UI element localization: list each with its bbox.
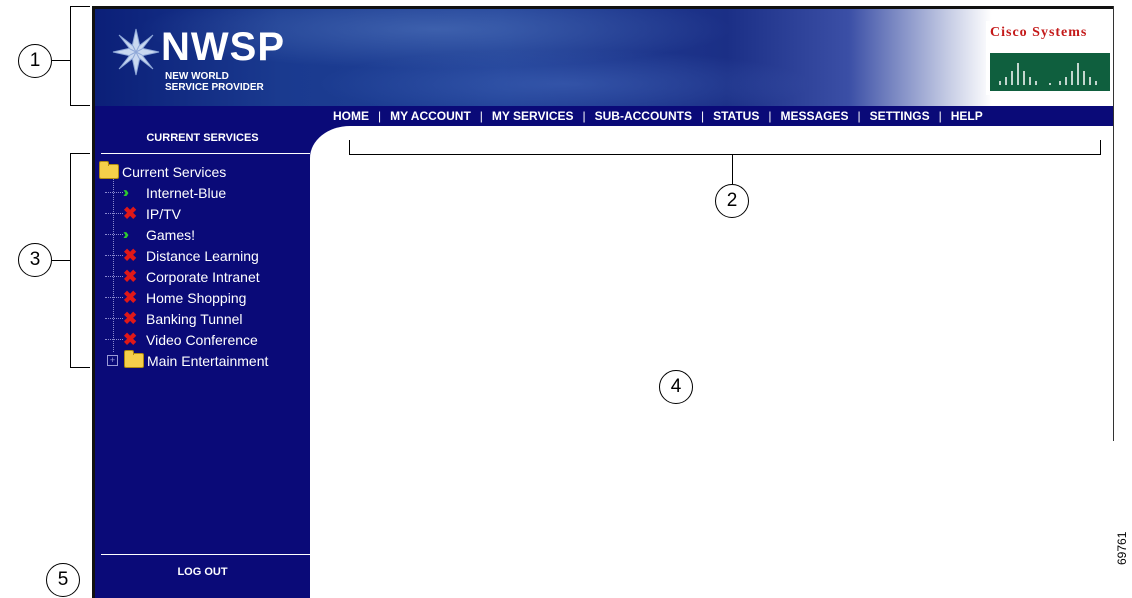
service-games[interactable]: ›› Games!: [99, 224, 309, 245]
callout-1: 1: [18, 44, 52, 78]
active-arrow-icon: ››: [123, 226, 129, 243]
inactive-x-icon: ✖: [123, 245, 138, 265]
folder-icon: [124, 350, 144, 368]
sidebar-divider: [101, 153, 310, 154]
nav-messages[interactable]: MESSAGES: [771, 109, 857, 123]
service-internet-blue[interactable]: ›› Internet-Blue: [99, 182, 309, 203]
cisco-logo: Cisco Systems: [986, 21, 1114, 95]
active-arrow-icon: ››: [123, 184, 129, 201]
tree-root-current-services[interactable]: Current Services: [99, 161, 309, 182]
callout-2-leader: [732, 154, 733, 184]
main-nav-bar: HOME | MY ACCOUNT | MY SERVICES | SUB-AC…: [310, 106, 1114, 126]
callout-2-bracket-right: [1100, 140, 1101, 155]
inactive-x-icon: ✖: [123, 203, 138, 223]
nav-home[interactable]: HOME: [324, 109, 378, 123]
nav-status[interactable]: STATUS: [704, 109, 768, 123]
callout-1-leader: [52, 60, 70, 61]
callout-3-leader: [52, 260, 70, 261]
cisco-bridge-icon: [990, 53, 1110, 91]
service-banking-tunnel[interactable]: ✖ Banking Tunnel: [99, 308, 309, 329]
callout-2-bracket: [349, 154, 1101, 155]
callout-2: 2: [715, 184, 749, 218]
callout-3: 3: [18, 243, 52, 277]
callout-3-bracket: [70, 153, 90, 368]
sidebar: CURRENT SERVICES Current Services ›› Int…: [95, 106, 310, 598]
inactive-x-icon: ✖: [123, 308, 138, 328]
sidebar-title: CURRENT SERVICES: [146, 132, 259, 144]
main-content-area: [310, 126, 1114, 598]
tree-folder-main-entertainment[interactable]: + Main Entertainment: [99, 350, 309, 371]
sidebar-divider-bottom: [101, 554, 310, 555]
expand-plus-icon[interactable]: +: [107, 355, 118, 366]
service-home-shopping[interactable]: ✖ Home Shopping: [99, 287, 309, 308]
inactive-x-icon: ✖: [123, 329, 138, 349]
callout-5: 5: [46, 563, 80, 597]
star-logo-icon: [112, 28, 160, 76]
logout-button[interactable]: LOG OUT: [95, 566, 310, 578]
figure-number: 69761: [1115, 531, 1129, 565]
brand-subtitle: NEW WORLD SERVICE PROVIDER: [165, 71, 264, 93]
service-distance-learning[interactable]: ✖ Distance Learning: [99, 245, 309, 266]
nav-my-account[interactable]: MY ACCOUNT: [381, 109, 480, 123]
callout-4: 4: [659, 370, 693, 404]
callout-1-bracket: [70, 6, 90, 106]
service-ip-tv[interactable]: ✖ IP/TV: [99, 203, 309, 224]
service-corporate-intranet[interactable]: ✖ Corporate Intranet: [99, 266, 309, 287]
open-folder-icon: [99, 161, 119, 179]
service-video-conference[interactable]: ✖ Video Conference: [99, 329, 309, 350]
nav-help[interactable]: HELP: [942, 109, 992, 123]
nav-my-services[interactable]: MY SERVICES: [483, 109, 583, 123]
services-tree: Current Services ›› Internet-Blue ✖ IP/T…: [99, 161, 309, 371]
brand-title: NWSP: [161, 25, 285, 69]
cisco-wordmark: Cisco Systems: [990, 25, 1088, 40]
nav-sub-accounts[interactable]: SUB-ACCOUNTS: [586, 109, 701, 123]
header-banner: NWSP NEW WORLD SERVICE PROVIDER Cisco Sy…: [95, 9, 1114, 106]
inactive-x-icon: ✖: [123, 287, 138, 307]
content-corner: [310, 126, 390, 190]
window-frame-right: [1113, 6, 1114, 441]
callout-2-bracket-left: [349, 140, 350, 155]
inactive-x-icon: ✖: [123, 266, 138, 286]
nav-settings[interactable]: SETTINGS: [861, 109, 939, 123]
